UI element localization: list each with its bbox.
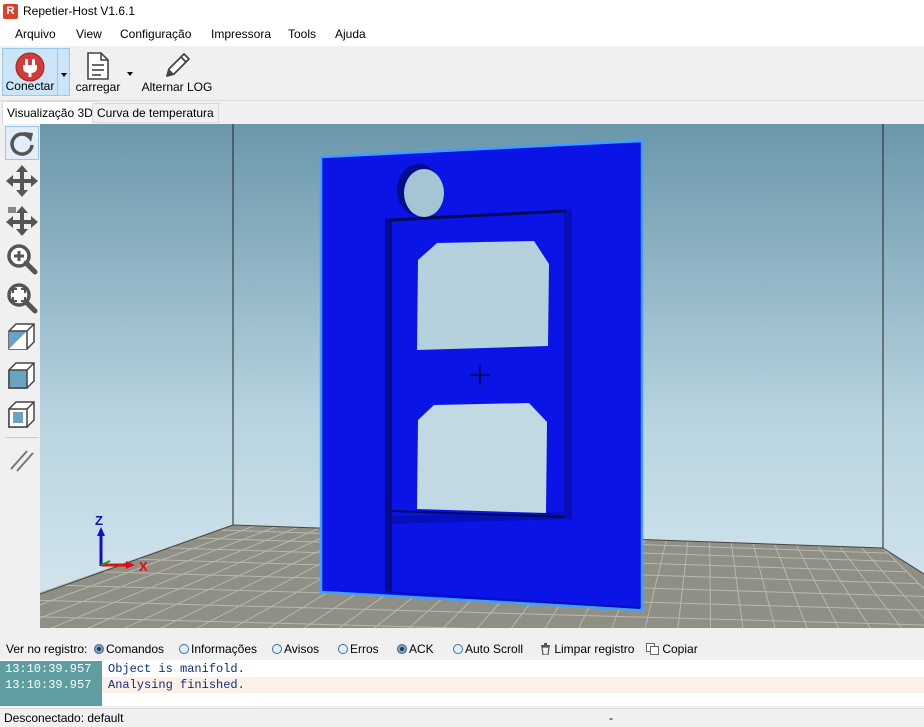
printer-bed-scene: Z X	[40, 124, 924, 628]
move-object-tool-button[interactable]	[5, 203, 39, 237]
toggle-log-button[interactable]: Alternar LOG	[140, 48, 214, 96]
load-button[interactable]: carregar	[74, 48, 122, 96]
menu-tools[interactable]: Tools	[288, 27, 316, 41]
power-plug-icon	[15, 52, 45, 82]
log-gutter	[0, 693, 102, 706]
parallel-lines-icon	[10, 450, 34, 472]
log-timestamp: 13:10:39.957	[0, 677, 102, 693]
view-front-button[interactable]	[5, 359, 39, 393]
tab-3d-view[interactable]: Visualização 3D	[2, 101, 98, 124]
axis-x-label: X	[139, 559, 148, 574]
status-middle: -	[609, 711, 613, 725]
load-dropdown-button[interactable]	[124, 48, 136, 96]
log-filter-bar: Ver no registro: Comandos Informações Av…	[0, 636, 924, 660]
filter-commands[interactable]: Comandos	[94, 642, 164, 656]
log-message: Object is manifold.	[108, 662, 245, 676]
chevron-down-icon	[127, 72, 133, 76]
3d-viewport[interactable]: Z X	[40, 124, 924, 628]
3d-model-door[interactable]	[319, 139, 644, 612]
trash-icon	[541, 643, 550, 656]
menu-impressora[interactable]: Impressora	[211, 27, 271, 41]
menu-view[interactable]: View	[76, 27, 102, 41]
copy-log-button[interactable]: Copiar	[646, 642, 698, 656]
filter-errors[interactable]: Erros	[338, 642, 379, 656]
connect-button[interactable]: Conectar	[2, 48, 58, 96]
rotate-tool-button[interactable]	[5, 126, 39, 160]
move-arrows-icon	[6, 165, 38, 197]
log-filter-label: Ver no registro:	[6, 642, 88, 656]
view-tools-panel	[2, 124, 40, 628]
view-wireframe-button[interactable]	[5, 398, 39, 432]
radio-icon	[272, 644, 282, 654]
log-timestamp: 13:10:39.957	[0, 661, 102, 677]
clear-log-button[interactable]: Limpar registro	[540, 642, 634, 656]
radio-icon	[94, 644, 104, 654]
log-panel[interactable]: 13:10:39.957 Object is manifold. 13:10:3…	[0, 660, 924, 706]
rotate-icon	[10, 132, 34, 156]
parallel-projection-button[interactable]	[5, 443, 39, 477]
title-bar: R Repetier-Host V1.6.1	[0, 0, 924, 24]
filter-information[interactable]: Informações	[179, 642, 257, 656]
load-label: carregar	[75, 80, 121, 94]
connect-label: Conectar	[5, 79, 55, 93]
filter-ack[interactable]: ACK	[397, 642, 434, 656]
copy-icon	[646, 643, 659, 655]
radio-icon	[453, 644, 463, 654]
menu-ajuda[interactable]: Ajuda	[335, 27, 366, 41]
radio-icon	[397, 644, 407, 654]
zoom-in-icon	[7, 244, 38, 275]
log-message: Analysing finished.	[108, 678, 245, 692]
cube-wireframe-icon	[8, 401, 35, 428]
axis-z-label: Z	[95, 513, 103, 528]
cube-solid-icon	[8, 362, 35, 389]
app-logo-icon: R	[3, 4, 18, 19]
window-title: Repetier-Host V1.6.1	[23, 4, 136, 18]
tools-divider	[5, 437, 39, 438]
log-row: 13:10:39.957 Object is manifold.	[0, 661, 924, 677]
filter-auto-scroll[interactable]: Auto Scroll	[453, 642, 523, 656]
fit-view-tool-button[interactable]	[5, 281, 39, 315]
menu-bar: Arquivo View Configuração Impressora Too…	[0, 24, 924, 46]
filter-warnings[interactable]: Avisos	[272, 642, 319, 656]
menu-configuracao[interactable]: Configuração	[120, 27, 191, 41]
view-tabs: Visualização 3D Curva de temperatura	[0, 101, 924, 124]
zoom-fit-icon	[7, 283, 38, 314]
document-icon	[87, 52, 109, 80]
cube-diagonal-icon	[8, 323, 35, 350]
status-bar: Desconectado: default -	[0, 708, 924, 727]
zoom-tool-button[interactable]	[5, 242, 39, 276]
log-row: 13:10:39.957 Analysing finished.	[0, 677, 924, 693]
menu-arquivo[interactable]: Arquivo	[15, 27, 56, 41]
toggle-log-label: Alternar LOG	[141, 80, 213, 94]
tab-temperature-curve[interactable]: Curva de temperatura	[92, 103, 219, 123]
radio-icon	[338, 644, 348, 654]
chevron-down-icon	[61, 73, 67, 77]
connection-status: Desconectado: default	[4, 711, 124, 725]
connect-dropdown-button[interactable]	[58, 48, 70, 96]
radio-icon	[179, 644, 189, 654]
pencil-icon	[166, 53, 190, 77]
toolbar: Conectar carregar Alternar LOG	[0, 46, 924, 101]
move-object-icon	[6, 206, 38, 236]
move-tool-button[interactable]	[5, 164, 39, 198]
view-iso-button[interactable]	[5, 320, 39, 354]
